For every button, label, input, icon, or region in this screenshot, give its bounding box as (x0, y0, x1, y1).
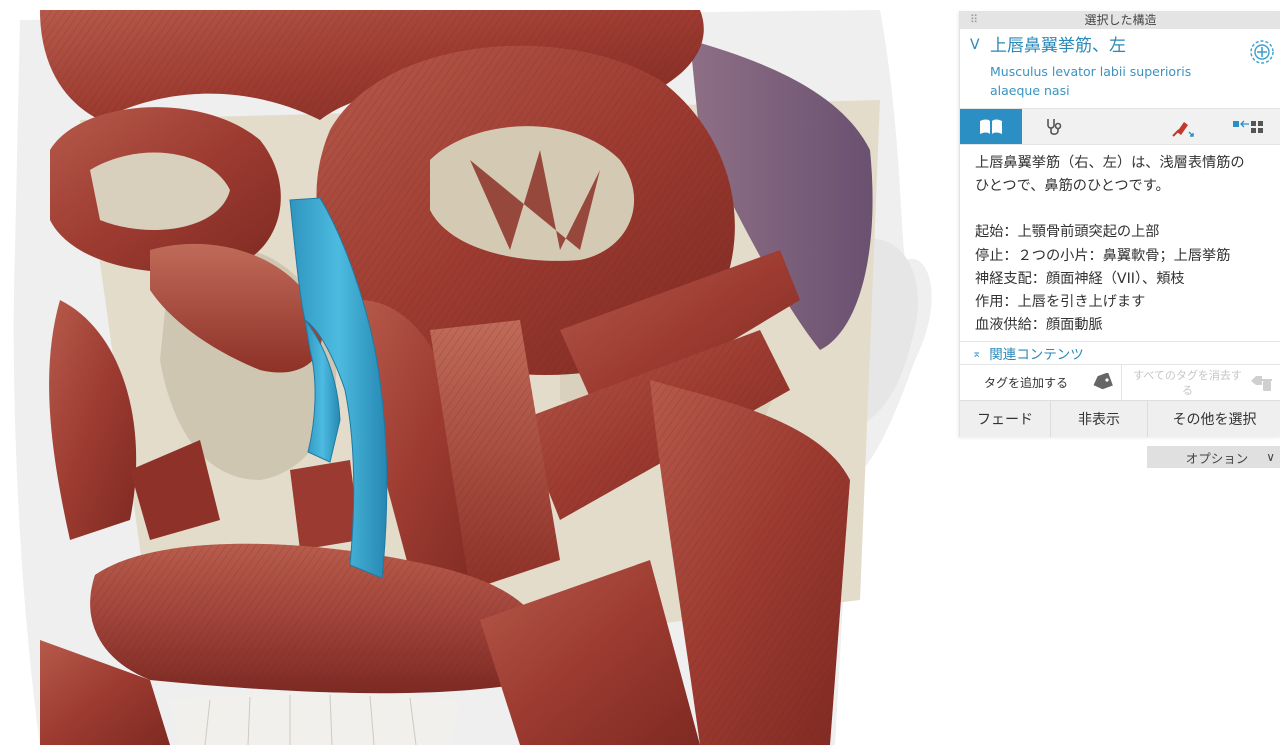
tab-definition[interactable] (960, 109, 1022, 144)
selected-structure-panel: ⠿ 選択した構造 V 上唇鼻翼挙筋、左 Musculus levator lab… (959, 11, 1280, 468)
related-content-label: 関連コンテンツ (989, 347, 1084, 364)
collapse-chevron-icon[interactable]: V (970, 37, 980, 53)
detail-insertion: 停止：２つの小片：鼻翼軟骨；上唇挙筋 (975, 247, 1231, 264)
chevron-down-icon: ∨ (1266, 450, 1275, 464)
clear-tags-label: すべてのタグを消去する (1133, 368, 1242, 397)
locate-structure-icon[interactable] (1249, 39, 1275, 65)
action-row: フェード 非表示 その他を選択 (960, 400, 1280, 438)
muscle-fragment (290, 460, 360, 550)
structure-name: 上唇鼻翼挙筋、左 (990, 36, 1126, 56)
hide-button[interactable]: 非表示 (1051, 401, 1148, 438)
panel-header[interactable]: ⠿ 選択した構造 (960, 11, 1280, 29)
anatomy-viewport[interactable] (0, 0, 960, 745)
clear-tags-icon (1251, 376, 1272, 392)
isolate-icon (1232, 120, 1263, 133)
pin-icon (1171, 121, 1194, 137)
tab-isolate[interactable] (1215, 109, 1280, 144)
detail-innervation: 神経支配：顔面神経（VII）、頬枝 (975, 270, 1185, 287)
detail-blood-supply: 血液供給：顔面動脈 (975, 317, 1103, 334)
panel-tabs (960, 109, 1280, 145)
tab-spacer (1086, 109, 1150, 144)
options-dropdown[interactable]: オプション ∨ (1147, 446, 1280, 468)
stethoscope-icon (1047, 118, 1062, 135)
structure-description: 上唇鼻翼挙筋（右、左）は、浅層表情筋の ひとつで、鼻筋のひとつです。 起始：上顎… (960, 145, 1280, 341)
anatomy-model[interactable] (0, 0, 960, 745)
options-label: オプション (1185, 450, 1249, 466)
teeth (170, 692, 460, 745)
fade-button[interactable]: フェード (960, 401, 1051, 438)
drag-handle-icon[interactable]: ⠿ (970, 14, 978, 25)
collapse-up-icon: ⌅ (972, 346, 982, 360)
related-content-toggle[interactable]: ⌅ 関連コンテンツ (960, 341, 1280, 364)
add-tag-label: タグを追加する (984, 376, 1069, 391)
clear-all-tags-button[interactable]: すべてのタグを消去する (1122, 365, 1280, 400)
structure-title-block: V 上唇鼻翼挙筋、左 Musculus levator labii superi… (960, 29, 1280, 109)
add-tag-button[interactable]: タグを追加する (960, 365, 1122, 401)
select-others-button[interactable]: その他を選択 (1148, 401, 1280, 437)
detail-origin: 起始：上顎骨前頭突起の上部 (975, 224, 1160, 241)
latin-name: Musculus levator labii superioris alaequ… (990, 64, 1192, 98)
book-icon (980, 119, 1002, 134)
tab-clinical[interactable] (1022, 109, 1086, 144)
tag-icon (1093, 373, 1113, 390)
description-line: 上唇鼻翼挙筋（右、左）は、浅層表情筋の (975, 155, 1245, 171)
description-line: ひとつで、鼻筋のひとつです。 (975, 178, 1170, 195)
tag-row: タグを追加する すべてのタグを消去する (960, 364, 1280, 401)
detail-action: 作用：上唇を引き上げます (975, 294, 1146, 311)
panel-header-title: 選択した構造 (1084, 13, 1157, 27)
tab-pin[interactable] (1150, 109, 1215, 144)
